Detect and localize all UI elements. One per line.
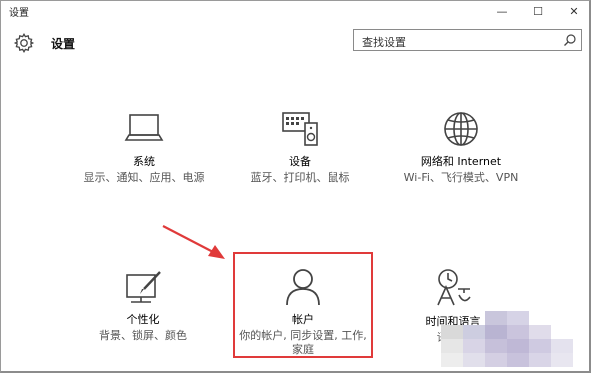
tile-devices-desc: 蓝牙、打印机、鼠标 — [250, 171, 350, 184]
window-title: 设置 — [9, 8, 29, 19]
annotation-arrow — [162, 225, 225, 259]
tile-personalization-desc: 背景、锁屏、颜色 — [99, 329, 187, 342]
tile-network-desc: Wi-Fi、飞行模式、VPN — [403, 171, 519, 184]
close-button[interactable]: ✕ — [556, 1, 592, 21]
tile-devices[interactable]: 设备 蓝牙、打印机、鼠标 — [236, 109, 364, 185]
tile-devices-label: 设备 — [289, 155, 311, 168]
search-placeholder: 查找设置 — [362, 36, 406, 49]
search-input[interactable]: 查找设置 — [353, 29, 582, 51]
laptop-icon — [124, 114, 164, 141]
paint-icon — [126, 271, 161, 303]
close-icon: ✕ — [569, 4, 579, 18]
tile-personalization-label: 个性化 — [126, 313, 160, 326]
title-bar: 设置 — ☐ ✕ — [1, 1, 589, 21]
tile-system[interactable]: 系统 显示、通知、应用、电源 — [81, 109, 207, 185]
minimize-icon: — — [496, 4, 508, 18]
mosaic-overlay — [441, 311, 573, 367]
tile-system-label: 系统 — [133, 155, 155, 168]
minimize-button[interactable]: — — [484, 1, 520, 21]
annotation-highlight-box — [233, 252, 373, 358]
gear-icon — [13, 33, 35, 53]
tile-personalization[interactable]: 个性化 背景、锁屏、颜色 — [93, 269, 193, 343]
time-language-icon — [437, 269, 471, 306]
maximize-button[interactable]: ☐ — [520, 1, 556, 21]
keyboard-speaker-icon — [282, 112, 318, 146]
tile-network[interactable]: 网络和 Internet Wi-Fi、飞行模式、VPN — [396, 109, 526, 185]
settings-header: 设置 查找设置 — [1, 27, 589, 57]
maximize-icon: ☐ — [533, 4, 543, 18]
globe-icon — [444, 112, 478, 146]
tile-system-desc: 显示、通知、应用、电源 — [83, 171, 205, 184]
tile-network-label: 网络和 Internet — [420, 155, 502, 168]
search-icon[interactable] — [563, 33, 577, 47]
settings-window: 设置 — ☐ ✕ 设置 查找设置 系统 显示、通知、应用、电源 设备 蓝牙、打印… — [0, 0, 591, 373]
page-title: 设置 — [51, 37, 76, 51]
